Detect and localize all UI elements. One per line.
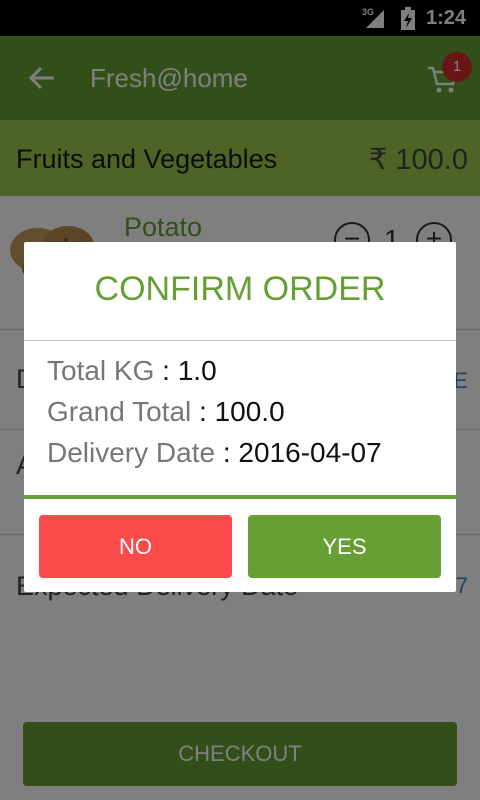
total-kg-label: Total KG bbox=[47, 355, 163, 386]
dialog-title: CONFIRM ORDER bbox=[94, 270, 386, 308]
confirm-order-dialog: CONFIRM ORDER Total KG : 1.0 Grand Total… bbox=[24, 242, 456, 592]
total-kg-line: Total KG : 1.0 bbox=[47, 355, 217, 387]
dialog-divider bbox=[24, 340, 456, 341]
no-button[interactable]: NO bbox=[39, 515, 232, 578]
total-kg-value: : 1.0 bbox=[162, 355, 217, 386]
grand-total-line: Grand Total : 100.0 bbox=[47, 396, 285, 428]
grand-total-label: Grand Total bbox=[47, 396, 200, 427]
delivery-date-value: : 2016-04-07 bbox=[222, 437, 382, 468]
yes-button[interactable]: YES bbox=[248, 515, 441, 578]
dialog-accent-divider bbox=[24, 495, 456, 499]
delivery-date-line: Delivery Date : 2016-04-07 bbox=[47, 437, 382, 469]
grand-total-value: : 100.0 bbox=[199, 396, 285, 427]
delivery-date-label: Delivery Date bbox=[47, 437, 223, 468]
